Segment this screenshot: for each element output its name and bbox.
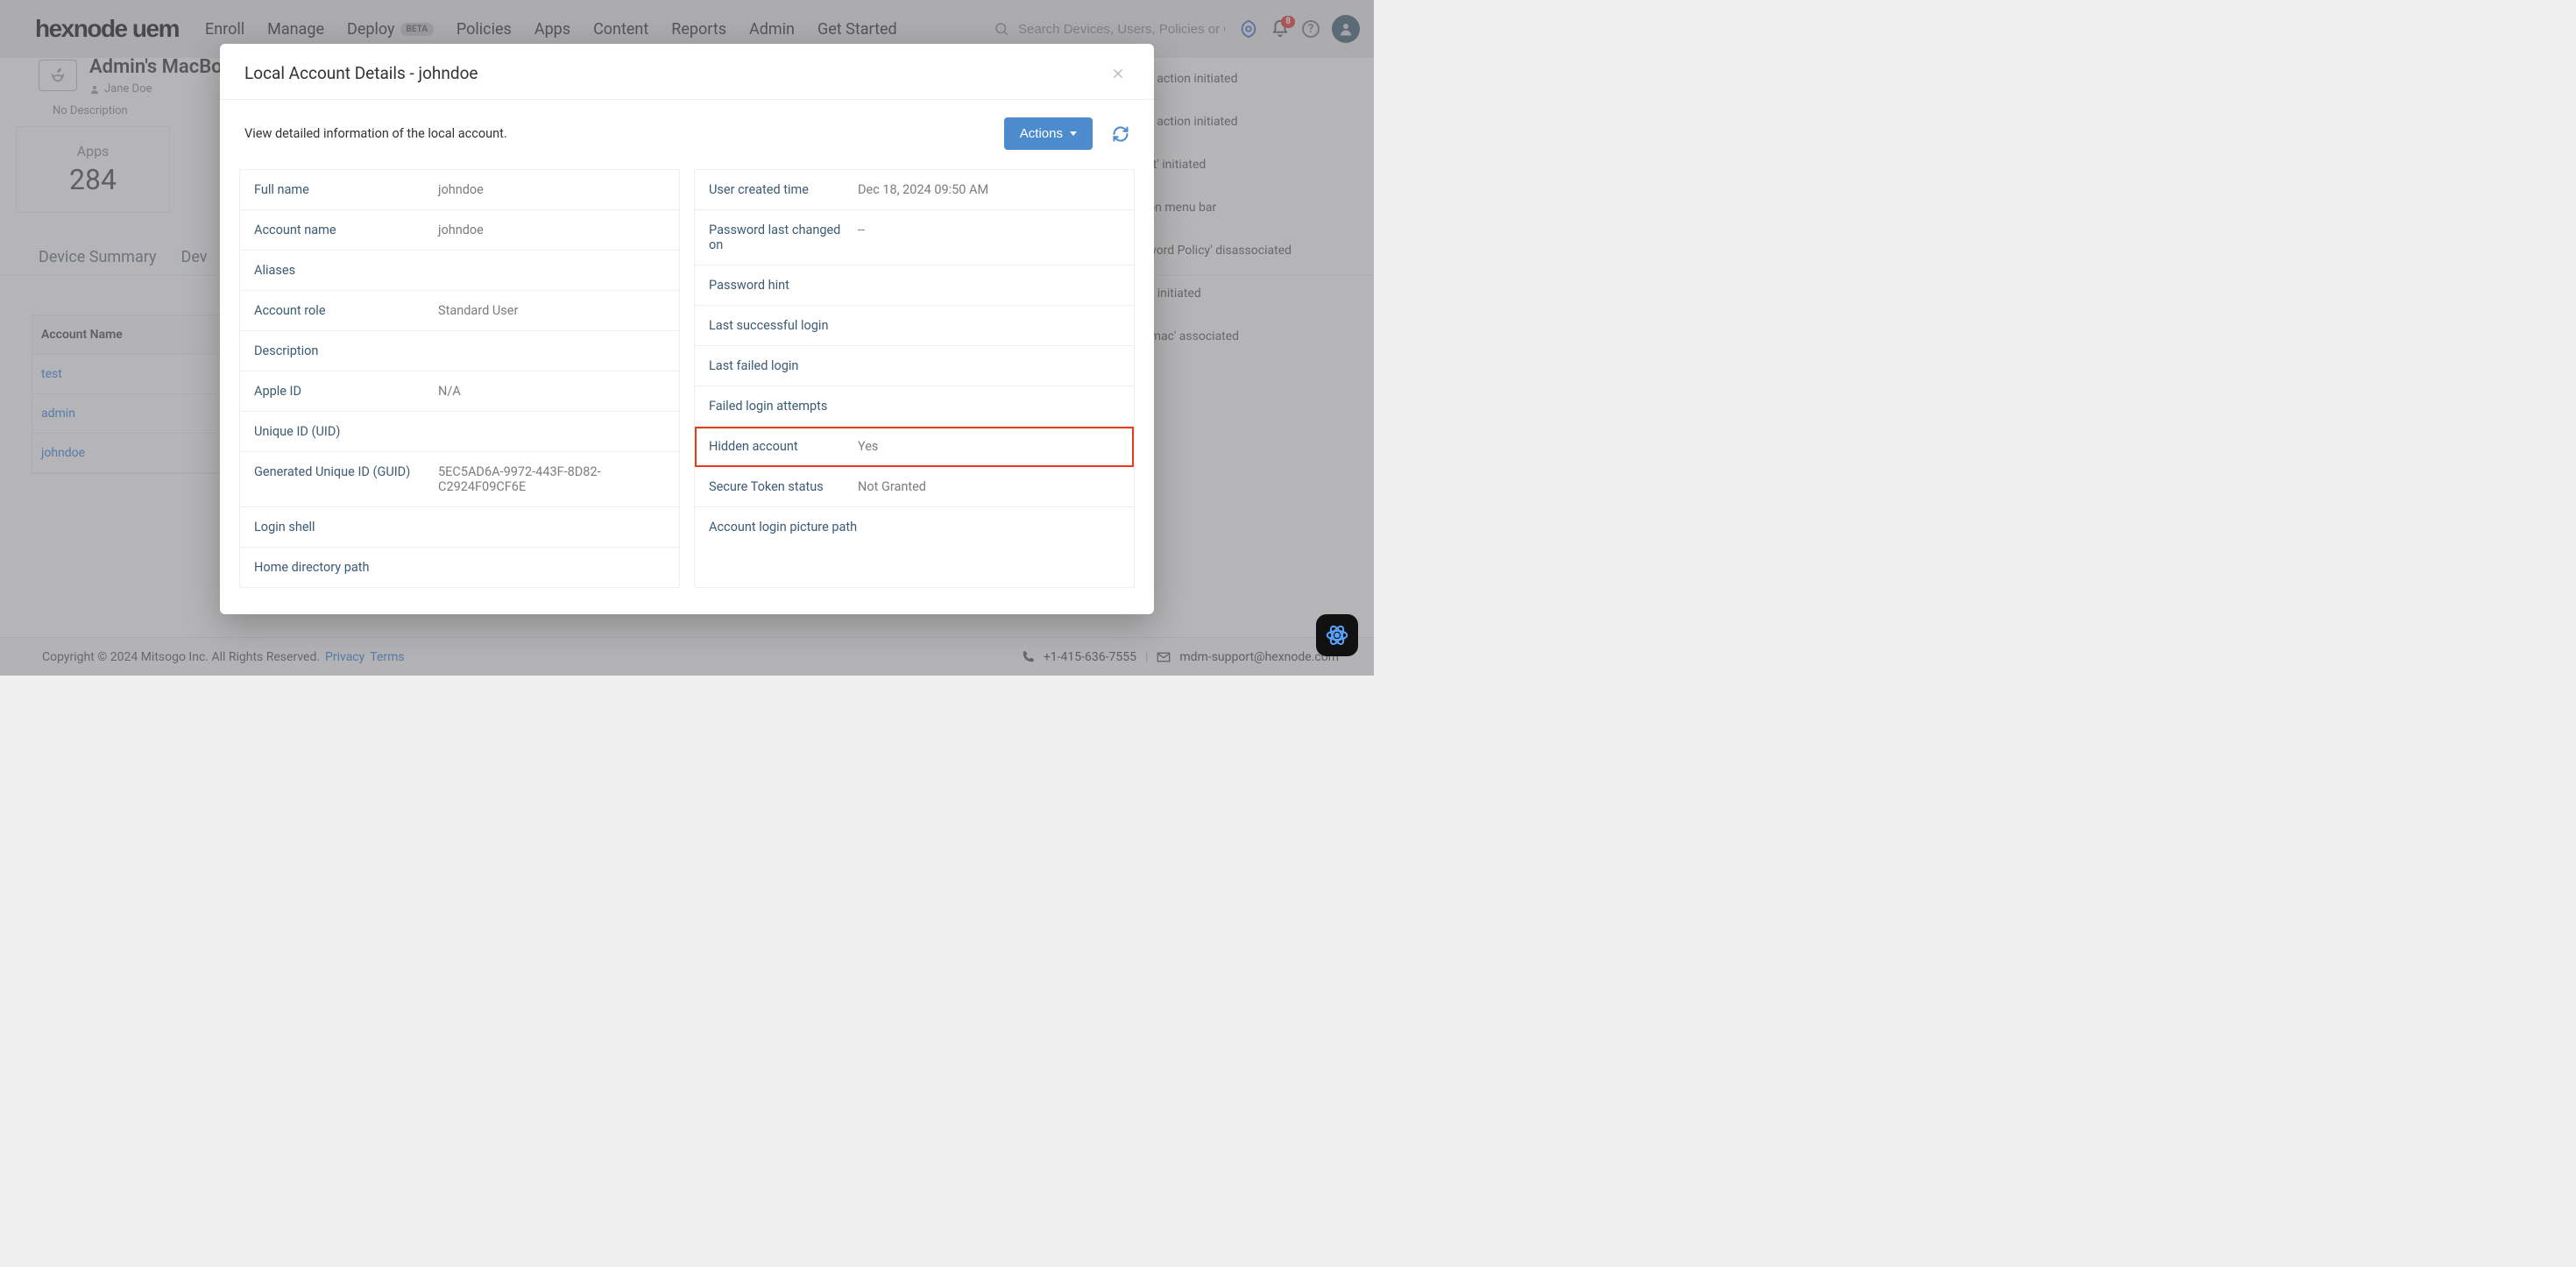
- detail-key: Generated Unique ID (GUID): [254, 464, 438, 494]
- detail-key: Description: [254, 343, 438, 358]
- modal-title: Local Account Details - johndoe: [244, 63, 478, 83]
- detail-value: johndoe: [438, 182, 665, 197]
- hexnode-assistant-button[interactable]: [1316, 614, 1358, 656]
- detail-row-hidden-account: Hidden account Yes: [695, 427, 1134, 467]
- account-details-right-panel: User created time Dec 18, 2024 09:50 AM …: [694, 169, 1135, 588]
- detail-row-description: Description: [240, 331, 679, 372]
- refresh-button[interactable]: [1112, 125, 1129, 143]
- modal-close-button[interactable]: [1107, 64, 1129, 83]
- detail-row-secure-token: Secure Token status Not Granted: [695, 467, 1134, 507]
- detail-key: Last successful login: [709, 318, 858, 333]
- detail-value: [858, 358, 1120, 373]
- detail-value: Yes: [858, 439, 1120, 454]
- detail-value: johndoe: [438, 223, 665, 237]
- detail-row-user-created: User created time Dec 18, 2024 09:50 AM: [695, 170, 1134, 210]
- detail-value: Standard User: [438, 303, 665, 318]
- detail-key: Aliases: [254, 263, 438, 278]
- detail-row-password-changed: Password last changed on --: [695, 210, 1134, 265]
- chevron-down-icon: [1070, 131, 1077, 136]
- detail-row-login-shell: Login shell: [240, 507, 679, 548]
- actions-dropdown-button[interactable]: Actions: [1004, 117, 1093, 150]
- detail-key: Home directory path: [254, 560, 438, 575]
- actions-button-label: Actions: [1020, 126, 1063, 141]
- detail-key: Account name: [254, 223, 438, 237]
- detail-value: [438, 343, 665, 358]
- detail-value: [438, 424, 665, 439]
- detail-key: Apple ID: [254, 384, 438, 399]
- detail-value: [858, 399, 1120, 414]
- detail-value: [438, 263, 665, 278]
- detail-value: Dec 18, 2024 09:50 AM: [858, 182, 1120, 197]
- detail-row-aliases: Aliases: [240, 251, 679, 291]
- detail-key: Password last changed on: [709, 223, 858, 252]
- detail-key: Login shell: [254, 520, 438, 534]
- detail-row-login-picture-path: Account login picture path: [695, 507, 1134, 547]
- detail-key: Full name: [254, 182, 438, 197]
- detail-row-account-name: Account name johndoe: [240, 210, 679, 251]
- detail-row-account-role: Account role Standard User: [240, 291, 679, 331]
- detail-row-guid: Generated Unique ID (GUID) 5EC5AD6A-9972…: [240, 452, 679, 507]
- detail-key: Secure Token status: [709, 479, 858, 494]
- detail-value: [438, 520, 665, 534]
- account-details-left-panel: Full name johndoe Account name johndoe A…: [239, 169, 680, 588]
- detail-row-last-success-login: Last successful login: [695, 306, 1134, 346]
- detail-value: 5EC5AD6A-9972-443F-8D82-C2924F09CF6E: [438, 464, 665, 494]
- detail-value: [858, 318, 1120, 333]
- detail-value: [438, 560, 665, 575]
- detail-key: Last failed login: [709, 358, 858, 373]
- detail-key: Account login picture path: [709, 520, 858, 534]
- detail-key: Failed login attempts: [709, 399, 858, 414]
- local-account-details-modal: Local Account Details - johndoe View det…: [220, 44, 1154, 614]
- detail-row-full-name: Full name johndoe: [240, 170, 679, 210]
- detail-value: N/A: [438, 384, 665, 399]
- detail-value: [858, 278, 1120, 293]
- detail-key: Hidden account: [709, 439, 858, 454]
- detail-value: --: [858, 223, 1120, 252]
- detail-row-home-directory: Home directory path: [240, 548, 679, 587]
- detail-value: Not Granted: [858, 479, 1120, 494]
- detail-row-password-hint: Password hint: [695, 265, 1134, 306]
- detail-row-apple-id: Apple ID N/A: [240, 372, 679, 412]
- close-icon: [1112, 67, 1124, 80]
- detail-key: Account role: [254, 303, 438, 318]
- modal-subtitle: View detailed information of the local a…: [244, 126, 507, 141]
- detail-row-last-failed-login: Last failed login: [695, 346, 1134, 386]
- detail-key: Unique ID (UID): [254, 424, 438, 439]
- atom-icon: [1324, 622, 1350, 648]
- detail-value: [858, 520, 1120, 534]
- detail-row-uid: Unique ID (UID): [240, 412, 679, 452]
- detail-row-failed-attempts: Failed login attempts: [695, 386, 1134, 427]
- detail-key: Password hint: [709, 278, 858, 293]
- refresh-icon: [1112, 125, 1129, 143]
- detail-key: User created time: [709, 182, 858, 197]
